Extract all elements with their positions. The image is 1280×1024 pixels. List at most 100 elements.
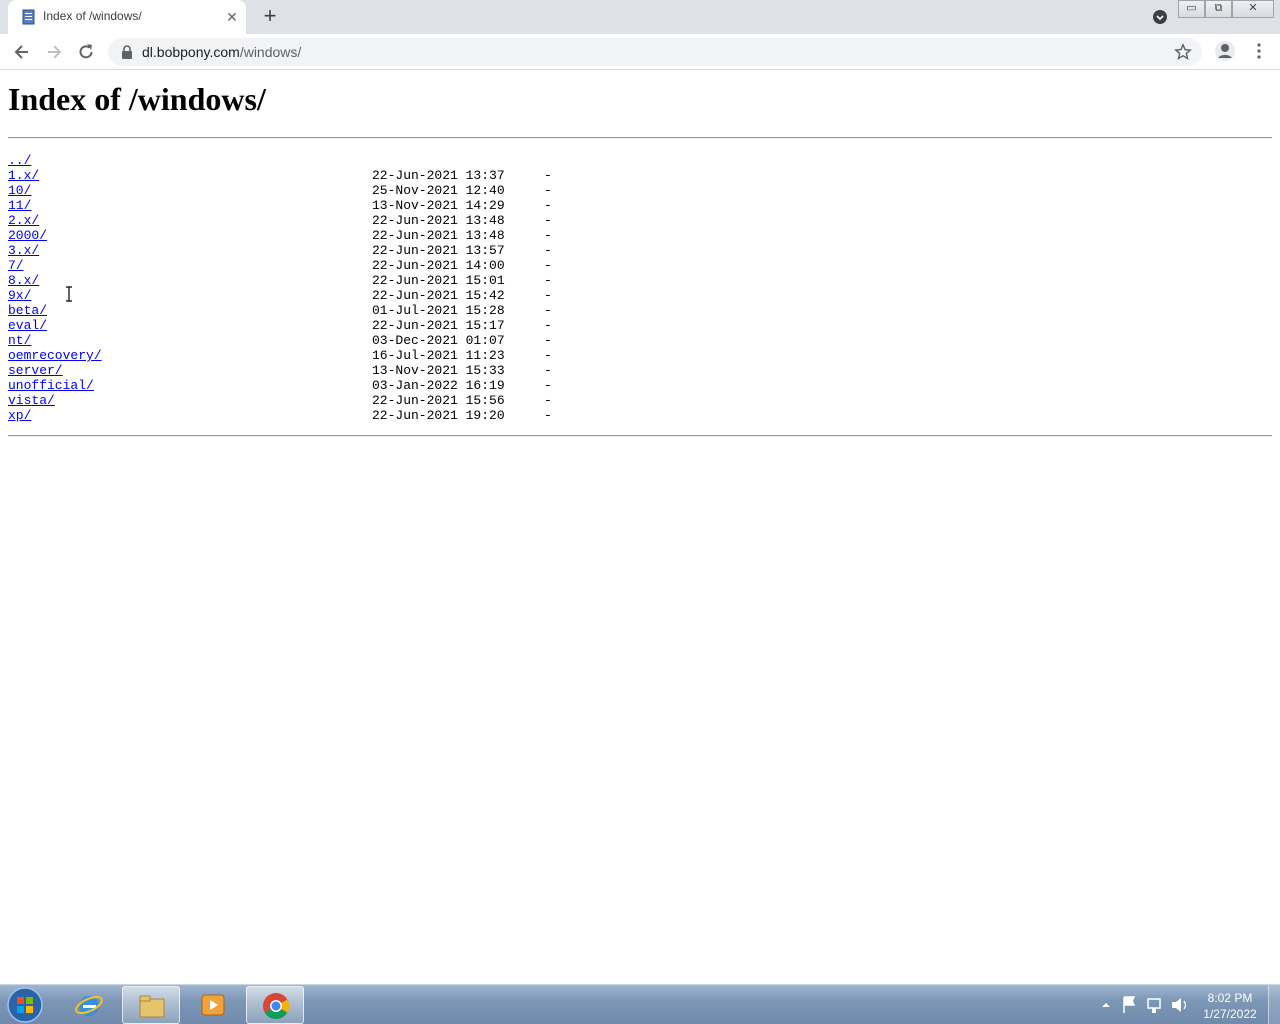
system-tray-icons[interactable] xyxy=(1098,993,1198,1017)
top-divider xyxy=(8,137,1272,139)
browser-tab[interactable]: Index of /windows/ ✕ xyxy=(8,0,246,34)
maximize-button[interactable]: ⧉ xyxy=(1205,0,1232,18)
directory-link[interactable]: 8.x/ xyxy=(8,273,39,288)
new-tab-button[interactable]: + xyxy=(258,5,282,29)
text-cursor-icon xyxy=(66,286,72,302)
modified-date: 01-Jul-2021 15:28 xyxy=(372,303,505,318)
tab-strip: Index of /windows/ ✕ + ▭ ⧉ ✕ xyxy=(0,0,1280,34)
modified-date: 13-Nov-2021 15:33 xyxy=(372,363,505,378)
directory-link[interactable]: eval/ xyxy=(8,318,47,333)
taskbar: 8:02 PM 1/27/2022 xyxy=(0,984,1280,1024)
listing-row: 11/13-Nov-2021 14:29 - xyxy=(8,198,708,213)
file-size: - xyxy=(544,408,552,423)
listing-row: beta/01-Jul-2021 15:28 - xyxy=(8,303,708,318)
taskbar-internet-explorer[interactable] xyxy=(60,986,118,1024)
directory-link[interactable]: nt/ xyxy=(8,333,31,348)
taskbar-media-player[interactable] xyxy=(184,986,242,1024)
directory-link[interactable]: 2.x/ xyxy=(8,213,39,228)
tab-title: Index of /windows/ xyxy=(43,9,142,23)
modified-date: 25-Nov-2021 12:40 xyxy=(372,183,505,198)
start-orb-icon[interactable] xyxy=(6,987,44,1023)
file-size: - xyxy=(544,183,552,198)
listing-row: server/13-Nov-2021 15:33 - xyxy=(8,363,708,378)
directory-link[interactable]: 1.x/ xyxy=(8,168,39,183)
bottom-divider xyxy=(8,435,1272,437)
page-title: Index of /windows/ xyxy=(8,81,266,117)
modified-date: 22-Jun-2021 15:17 xyxy=(372,318,505,333)
file-size: - xyxy=(544,168,552,183)
directory-link[interactable]: ../ xyxy=(8,153,31,168)
forward-arrow-icon[interactable] xyxy=(44,42,64,62)
bookmark-star-icon[interactable] xyxy=(1174,43,1192,61)
media-player-icon xyxy=(201,994,225,1016)
close-tab-icon[interactable]: ✕ xyxy=(224,9,240,25)
listing-row: oemrecovery/16-Jul-2021 11:23 - xyxy=(8,348,708,363)
modified-date: 22-Jun-2021 13:48 xyxy=(372,228,505,243)
directory-link[interactable]: 3.x/ xyxy=(8,243,39,258)
directory-link[interactable]: server/ xyxy=(8,363,63,378)
modified-date: 22-Jun-2021 13:37 xyxy=(372,168,505,183)
show-desktop-button[interactable] xyxy=(1268,985,1280,1024)
listing-row: unofficial/03-Jan-2022 16:19 - xyxy=(8,378,708,393)
file-size: - xyxy=(544,393,552,408)
system-clock[interactable]: 8:02 PM 1/27/2022 xyxy=(1196,990,1264,1022)
listing-row: vista/22-Jun-2021 15:56 - xyxy=(8,393,708,408)
modified-date: 03-Jan-2022 16:19 xyxy=(372,378,505,393)
address-bar[interactable]: dl.bobpony.com/windows/ xyxy=(108,38,1202,66)
listing-row: 8.x/22-Jun-2021 15:01 - xyxy=(8,273,708,288)
listing-row: ../ xyxy=(8,153,708,168)
chrome-icon xyxy=(263,993,290,1020)
directory-link[interactable]: 9x/ xyxy=(8,288,31,303)
directory-listing: ../1.x/22-Jun-2021 13:37 - 10/25-Nov-2021 … xyxy=(8,153,708,423)
internet-explorer-icon xyxy=(75,995,103,1016)
network-icon xyxy=(1147,998,1161,1009)
url-host: dl.bobpony.com xyxy=(142,44,240,60)
minimize-button[interactable]: ▭ xyxy=(1178,0,1205,18)
taskbar-chrome[interactable] xyxy=(246,986,304,1024)
directory-link[interactable]: oemrecovery/ xyxy=(8,348,102,363)
lock-icon[interactable] xyxy=(120,44,134,60)
directory-link[interactable]: beta/ xyxy=(8,303,47,318)
directory-link[interactable]: 7/ xyxy=(8,258,24,273)
modified-date: 22-Jun-2021 19:20 xyxy=(372,408,505,423)
close-window-button[interactable]: ✕ xyxy=(1232,0,1274,18)
listing-row: 2000/22-Jun-2021 13:48 - xyxy=(8,228,708,243)
file-size: - xyxy=(544,273,552,288)
reload-icon[interactable] xyxy=(76,42,96,62)
window-controls: ▭ ⧉ ✕ xyxy=(1178,0,1274,18)
directory-link[interactable]: vista/ xyxy=(8,393,55,408)
listing-row: 3.x/22-Jun-2021 13:57 - xyxy=(8,243,708,258)
directory-link[interactable]: 11/ xyxy=(8,198,31,213)
page-content: Index of /windows/ ../1.x/22-Jun-2021 13… xyxy=(0,71,1280,984)
action-center-flag-icon xyxy=(1123,996,1136,1013)
file-size: - xyxy=(544,198,552,213)
back-arrow-icon[interactable] xyxy=(12,42,32,62)
url-path: /windows/ xyxy=(239,44,302,60)
modified-date: 22-Jun-2021 15:42 xyxy=(372,288,505,303)
listing-row: 2.x/22-Jun-2021 13:48 - xyxy=(8,213,708,228)
file-size: - xyxy=(544,363,552,378)
file-size: - xyxy=(544,213,552,228)
directory-link[interactable]: 10/ xyxy=(8,183,31,198)
modified-date: 22-Jun-2021 14:00 xyxy=(372,258,505,273)
directory-link[interactable]: xp/ xyxy=(8,408,31,423)
clock-date: 1/27/2022 xyxy=(1203,1007,1257,1021)
modified-date: 22-Jun-2021 13:57 xyxy=(372,243,505,258)
tab-search-icon[interactable] xyxy=(1152,9,1168,25)
listing-row: nt/03-Dec-2021 01:07 - xyxy=(8,333,708,348)
listing-row: 9x/22-Jun-2021 15:42 - xyxy=(8,288,708,303)
modified-date: 22-Jun-2021 15:01 xyxy=(372,273,505,288)
modified-date: 22-Jun-2021 13:48 xyxy=(372,213,505,228)
taskbar-file-explorer[interactable] xyxy=(122,986,180,1024)
url-text[interactable]: dl.bobpony.com/windows/ xyxy=(142,44,301,60)
file-size: - xyxy=(544,258,552,273)
show-hidden-icons-icon xyxy=(1102,1003,1110,1007)
file-size: - xyxy=(544,348,552,363)
directory-link[interactable]: unofficial/ xyxy=(8,378,94,393)
file-size: - xyxy=(544,378,552,393)
directory-link[interactable]: 2000/ xyxy=(8,228,47,243)
listing-row: 1.x/22-Jun-2021 13:37 - xyxy=(8,168,708,183)
profile-avatar-icon[interactable] xyxy=(1214,40,1236,62)
more-menu-icon[interactable] xyxy=(1250,42,1268,60)
modified-date: 03-Dec-2021 01:07 xyxy=(372,333,505,348)
